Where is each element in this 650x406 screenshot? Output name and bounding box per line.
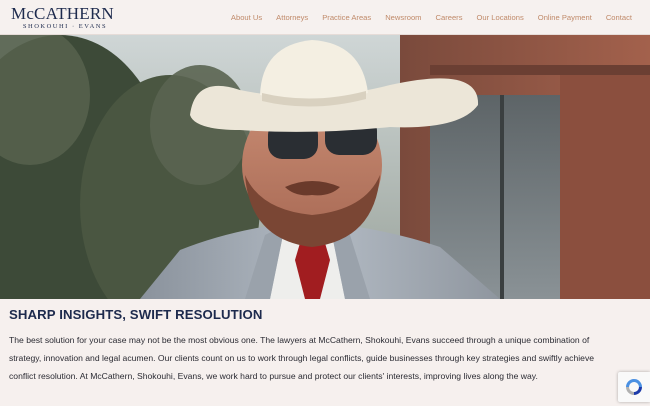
nav-item-attorneys[interactable]: Attorneys bbox=[276, 13, 308, 22]
main-nav: About Us Attorneys Practice Areas Newsro… bbox=[217, 0, 632, 35]
hero-image bbox=[0, 35, 650, 299]
nav-item-careers[interactable]: Careers bbox=[436, 13, 463, 22]
logo-subtitle: SHOKOUHI · EVANS bbox=[22, 23, 108, 30]
nav-item-online-payment[interactable]: Online Payment bbox=[538, 13, 592, 22]
nav-item-about-us[interactable]: About Us bbox=[231, 13, 262, 22]
logo-wordmark: McCATHERN bbox=[11, 4, 114, 23]
intro-section: SHARP INSIGHTS, SWIFT RESOLUTION The bes… bbox=[0, 299, 650, 406]
nav-item-practice-areas[interactable]: Practice Areas bbox=[322, 13, 371, 22]
recaptcha-badge[interactable] bbox=[618, 372, 650, 402]
nav-item-contact[interactable]: Contact bbox=[606, 13, 632, 22]
hero-photo bbox=[0, 35, 650, 299]
nav-item-newsroom[interactable]: Newsroom bbox=[385, 13, 421, 22]
site-logo[interactable]: McCATHERN SHOKOUHI · EVANS bbox=[11, 5, 121, 31]
nav-item-our-locations[interactable]: Our Locations bbox=[477, 13, 524, 22]
intro-paragraph: The best solution for your case may not … bbox=[9, 335, 595, 382]
recaptcha-icon bbox=[626, 379, 642, 395]
section-headline: SHARP INSIGHTS, SWIFT RESOLUTION bbox=[9, 307, 263, 322]
site-header: McCATHERN SHOKOUHI · EVANS About Us Atto… bbox=[0, 0, 650, 35]
